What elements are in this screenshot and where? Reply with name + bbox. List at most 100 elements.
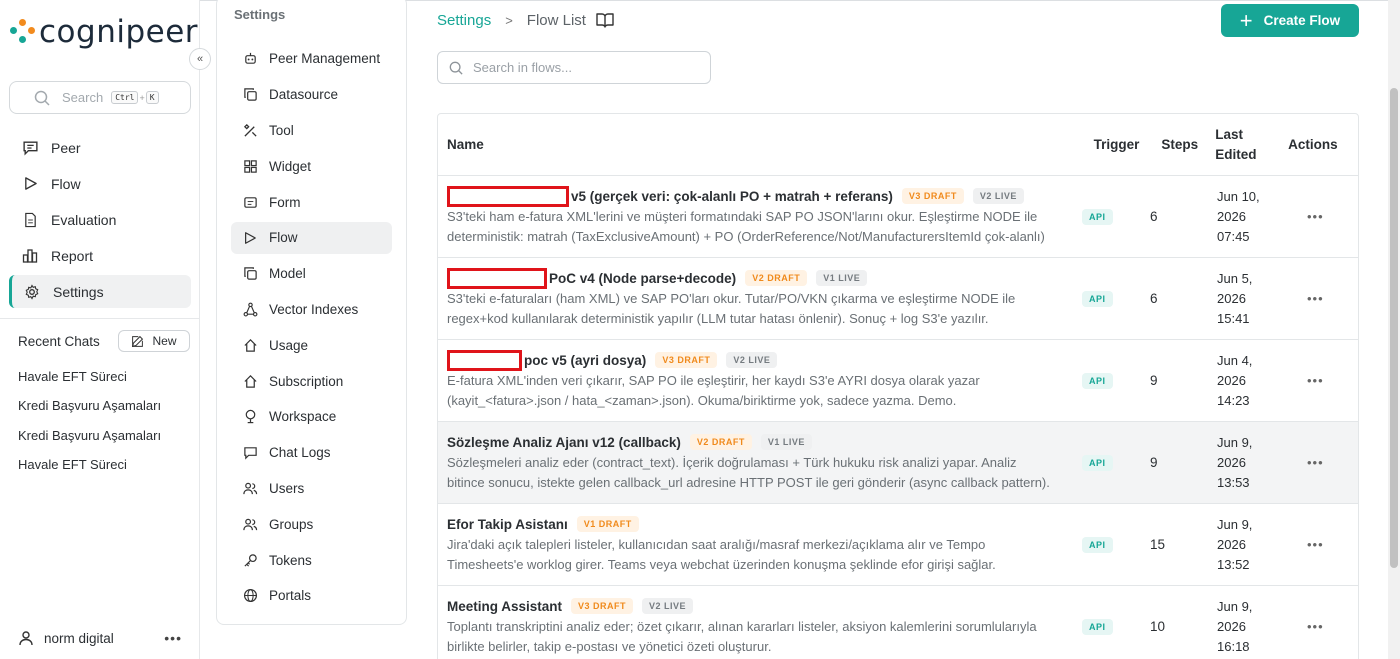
play-icon bbox=[21, 175, 39, 193]
settings-item-label: Tokens bbox=[269, 552, 312, 568]
cognipeer-logo[interactable]: cognipeer bbox=[10, 12, 198, 52]
column-header-trigger: Trigger bbox=[1093, 137, 1140, 152]
date-line: 2026 bbox=[1217, 372, 1246, 388]
trigger-badge: API bbox=[1082, 290, 1113, 307]
collapse-sidebar-button[interactable]: « bbox=[189, 48, 211, 70]
table-row[interactable]: Meeting Assistant V3 DRAFT V2 LIVE Topla… bbox=[438, 586, 1358, 659]
table-row[interactable]: PoC v4 (Node parse+decode) V2 DRAFT V1 L… bbox=[438, 258, 1358, 340]
settings-item-peer-management[interactable]: Peer Management bbox=[231, 43, 392, 75]
more-options-icon[interactable]: ••• bbox=[164, 630, 182, 646]
user-name: norm digital bbox=[44, 630, 114, 646]
description-line: regex+kod kullanılarak deterministik yap… bbox=[447, 311, 989, 326]
settings-item-label: Portals bbox=[269, 588, 312, 604]
nav-item-flow[interactable]: Flow bbox=[9, 167, 191, 200]
row-actions-menu-icon[interactable]: ••• bbox=[1277, 258, 1347, 339]
settings-item-subscription[interactable]: Subscription bbox=[231, 365, 392, 397]
settings-item-chat-logs[interactable]: Chat Logs bbox=[231, 437, 392, 469]
steps-cell: 15 bbox=[1150, 537, 1166, 552]
table-row[interactable]: poc v5 (ayri dosya) V3 DRAFT V2 LIVE E-f… bbox=[438, 340, 1358, 422]
table-header: Name Trigger Steps Last Edited Actions bbox=[438, 114, 1358, 176]
row-actions-menu-icon[interactable]: ••• bbox=[1277, 340, 1347, 421]
row-actions-menu-icon[interactable]: ••• bbox=[1277, 176, 1347, 257]
time-line: 07:45 bbox=[1217, 228, 1250, 244]
page-scrollbar[interactable] bbox=[1388, 0, 1400, 659]
description-line: E-fatura XML'inden veri çıkarır, SAP PO … bbox=[447, 373, 980, 388]
settings-item-tokens[interactable]: Tokens bbox=[231, 544, 392, 576]
user-profile[interactable]: norm digital ••• bbox=[18, 630, 182, 646]
live-badge: V2 LIVE bbox=[726, 352, 778, 368]
breadcrumb-settings-link[interactable]: Settings bbox=[437, 12, 491, 29]
nav-item-settings[interactable]: Settings bbox=[9, 275, 191, 308]
date-line: 2026 bbox=[1217, 536, 1246, 552]
settings-item-usage[interactable]: Usage bbox=[231, 329, 392, 361]
table-row[interactable]: v5 (gerçek veri: çok-alanlı PO + matrah … bbox=[438, 176, 1358, 258]
table-row[interactable]: Efor Takip Asistanı V1 DRAFT Jira'daki a… bbox=[438, 504, 1358, 586]
row-actions-menu-icon[interactable]: ••• bbox=[1277, 422, 1347, 503]
flow-search-input[interactable] bbox=[473, 60, 703, 75]
scrollbar-thumb[interactable] bbox=[1390, 88, 1398, 568]
flow-title[interactable]: Meeting Assistant bbox=[447, 599, 562, 614]
steps-cell: 6 bbox=[1150, 291, 1158, 306]
flow-table: Name Trigger Steps Last Edited Actions v… bbox=[437, 113, 1359, 659]
description-line: Timesheets'e worklog girer. Teams veya w… bbox=[447, 557, 996, 572]
trigger-badge: API bbox=[1082, 454, 1113, 471]
settings-item-label: Vector Indexes bbox=[269, 301, 359, 317]
new-chat-label: New bbox=[152, 334, 177, 348]
steps-cell: 10 bbox=[1150, 619, 1166, 634]
settings-item-flow[interactable]: Flow bbox=[231, 221, 392, 254]
recent-chat-item[interactable]: Kredi Başvuru Aşamaları bbox=[18, 397, 161, 426]
settings-item-model[interactable]: Model bbox=[231, 258, 392, 290]
kbd-ctrl: Ctrl bbox=[111, 91, 139, 104]
settings-item-label: Flow bbox=[269, 230, 298, 246]
flow-title[interactable]: poc v5 (ayri dosya) bbox=[524, 353, 646, 368]
flow-title[interactable]: PoC v4 (Node parse+decode) bbox=[549, 271, 736, 286]
live-badge: V2 LIVE bbox=[972, 188, 1024, 204]
nav-item-evaluation[interactable]: Evaluation bbox=[9, 203, 191, 236]
flow-title[interactable]: Efor Takip Asistanı bbox=[447, 517, 568, 532]
new-chat-button[interactable]: New bbox=[118, 330, 190, 352]
main-nav: Peer Flow Evaluation Report Settings bbox=[9, 131, 191, 311]
flow-title-line: Efor Takip Asistanı V1 DRAFT bbox=[447, 514, 1095, 534]
nav-item-peer[interactable]: Peer bbox=[9, 131, 191, 164]
globe-stand-icon bbox=[242, 409, 258, 425]
settings-item-form[interactable]: Form bbox=[231, 186, 392, 218]
settings-item-datasource[interactable]: Datasource bbox=[231, 79, 392, 111]
time-line: 13:52 bbox=[1217, 556, 1250, 572]
chat-bubble-icon bbox=[21, 139, 39, 157]
chat-bubble-icon bbox=[242, 445, 258, 461]
recent-chat-item[interactable]: Kredi Başvuru Aşamaları bbox=[18, 427, 161, 456]
settings-item-portals[interactable]: Portals bbox=[231, 580, 392, 612]
nav-item-report[interactable]: Report bbox=[9, 239, 191, 272]
create-flow-button[interactable]: + Create Flow bbox=[1221, 4, 1359, 37]
row-actions-menu-icon[interactable]: ••• bbox=[1277, 586, 1347, 659]
column-header-name[interactable]: Name bbox=[438, 137, 1094, 152]
last-edited-cell: Jun 9, 2026 13:52 bbox=[1204, 504, 1277, 585]
last-edited-cell: Jun 5, 2026 15:41 bbox=[1204, 258, 1277, 339]
table-row[interactable]: Sözleşme Analiz Ajanı v12 (callback) V2 … bbox=[438, 422, 1358, 504]
settings-item-label: Model bbox=[269, 266, 306, 282]
description-line: bitince sonucu, istekte gelen callback_u… bbox=[447, 475, 1050, 490]
settings-nav: Peer Management Datasource Tool Widget F… bbox=[231, 43, 392, 616]
row-actions-menu-icon[interactable]: ••• bbox=[1277, 504, 1347, 585]
time-line: 13:53 bbox=[1217, 474, 1250, 490]
book-icon[interactable] bbox=[596, 12, 614, 28]
global-search[interactable]: Search Ctrl + K bbox=[9, 81, 191, 114]
settings-item-workspace[interactable]: Workspace bbox=[231, 401, 392, 433]
flow-title[interactable]: v5 (gerçek veri: çok-alanlı PO + matrah … bbox=[571, 189, 893, 204]
time-line: 14:23 bbox=[1217, 392, 1250, 408]
redaction-box bbox=[447, 185, 569, 207]
recent-chat-item[interactable]: Havale EFT Süreci bbox=[18, 456, 161, 485]
settings-item-groups[interactable]: Groups bbox=[231, 508, 392, 540]
logo-mark-icon bbox=[10, 19, 36, 45]
last-edited-cell: Jun 10, 2026 07:45 bbox=[1204, 176, 1277, 257]
settings-item-tool[interactable]: Tool bbox=[231, 115, 392, 147]
settings-item-vector-indexes[interactable]: Vector Indexes bbox=[231, 294, 392, 326]
settings-item-widget[interactable]: Widget bbox=[231, 150, 392, 182]
settings-item-users[interactable]: Users bbox=[231, 473, 392, 505]
flow-title[interactable]: Sözleşme Analiz Ajanı v12 (callback) bbox=[447, 435, 681, 450]
recent-chat-item[interactable]: Havale EFT Süreci bbox=[18, 368, 161, 397]
column-header-last-edited[interactable]: Last Edited bbox=[1215, 125, 1288, 165]
date-line: 2026 bbox=[1217, 618, 1246, 634]
flow-title-line: Sözleşme Analiz Ajanı v12 (callback) V2 … bbox=[447, 432, 1095, 452]
logo-text: cognipeer bbox=[39, 14, 199, 50]
